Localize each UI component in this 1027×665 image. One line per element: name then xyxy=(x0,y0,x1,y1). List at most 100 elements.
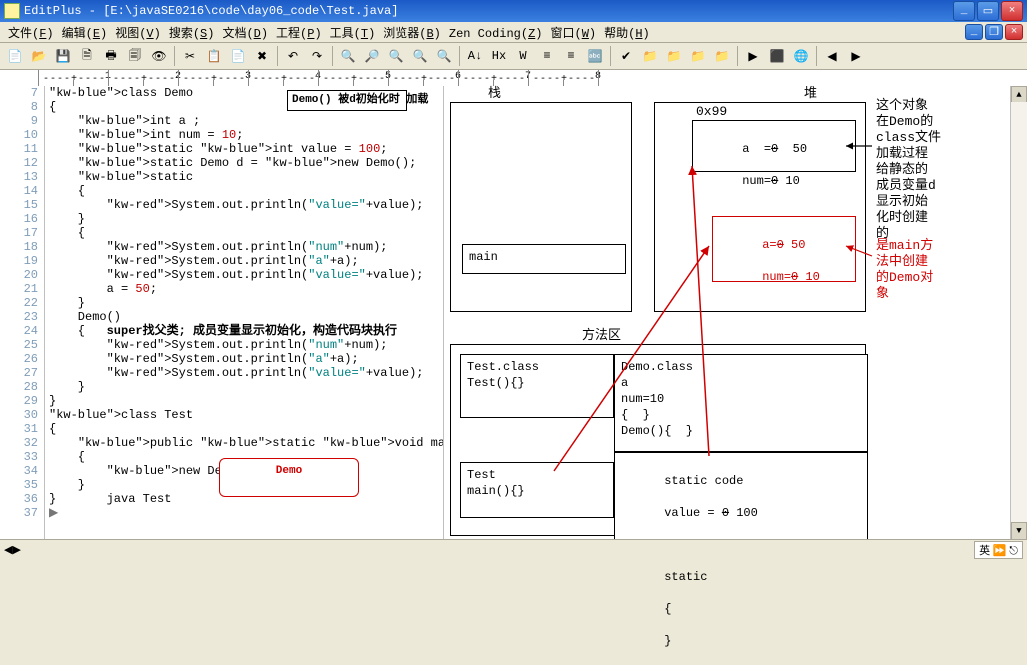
toolbar-button-37[interactable]: 🌐 xyxy=(790,45,812,67)
toolbar-button-32[interactable]: 📁 xyxy=(687,45,709,67)
menu-h[interactable]: 帮助(H) xyxy=(600,26,654,42)
toolbar-button-30[interactable]: 📁 xyxy=(639,45,661,67)
toolbar-button-20[interactable]: 🔍 xyxy=(433,45,455,67)
code-line[interactable]: "kw-red">System.out.println("a"+a); xyxy=(45,352,443,366)
toolbar-button-23[interactable]: Hx xyxy=(488,45,510,67)
toolbar-button-5[interactable]: 🗐 xyxy=(124,45,146,67)
toolbar-button-9[interactable]: 📋 xyxy=(203,45,225,67)
line-number: 15 xyxy=(0,198,38,212)
code-line[interactable]: "kw-blue">static xyxy=(45,170,443,184)
toolbar-button-1[interactable]: 📂 xyxy=(28,45,50,67)
minimize-button[interactable]: _ xyxy=(953,1,975,21)
code-line[interactable]: "kw-blue">static "kw-blue">int value = 1… xyxy=(45,142,443,156)
toolbar-button-19[interactable]: 🔍 xyxy=(409,45,431,67)
line-number: 19 xyxy=(0,254,38,268)
code-line[interactable]: Demo() xyxy=(45,310,443,324)
menu-v[interactable]: 视图(V) xyxy=(111,26,165,42)
toolbar-button-4[interactable]: 🖶 xyxy=(100,45,122,67)
line-number: 11 xyxy=(0,142,38,156)
toolbar-button-25[interactable]: ≡ xyxy=(536,45,558,67)
code-line[interactable]: "kw-red">System.out.println("value="+val… xyxy=(45,268,443,282)
code-line[interactable]: } xyxy=(45,394,443,408)
heap-heading: 堆 xyxy=(804,86,817,102)
toolbar-button-2[interactable]: 💾 xyxy=(52,45,74,67)
toolbar-button-33[interactable]: 📁 xyxy=(711,45,733,67)
toolbar-button-24[interactable]: W xyxy=(512,45,534,67)
vertical-scrollbar[interactable]: ▲ ▼ xyxy=(1010,86,1027,540)
close-button[interactable]: × xyxy=(1001,1,1023,21)
line-number: 37 xyxy=(0,506,38,520)
code-editor[interactable]: Demo() 被d初始化时 加载 Demo "kw-blue">class De… xyxy=(45,86,443,540)
line-number: 29 xyxy=(0,394,38,408)
toolbar-button-27[interactable]: 🔤 xyxy=(584,45,606,67)
code-line[interactable]: "kw-blue">int num = 10; xyxy=(45,128,443,142)
code-line[interactable]: } xyxy=(45,296,443,310)
code-line[interactable]: a = 50; xyxy=(45,282,443,296)
scroll-down-button[interactable]: ▼ xyxy=(1011,522,1027,540)
code-line[interactable]: { xyxy=(45,226,443,240)
toolbar-button-22[interactable]: A↓ xyxy=(464,45,486,67)
line-number: 35 xyxy=(0,478,38,492)
maximize-button[interactable]: ▭ xyxy=(977,1,999,21)
toolbar-button-16[interactable]: 🔍 xyxy=(337,45,359,67)
annotation-demo-init: Demo() 被d初始化时 加载 xyxy=(287,90,407,111)
toolbar-button-31[interactable]: 📁 xyxy=(663,45,685,67)
toolbar-button-13[interactable]: ↶ xyxy=(282,45,304,67)
toolbar-button-3[interactable]: 🗎 xyxy=(76,45,98,67)
code-line[interactable]: "kw-red">System.out.println("a"+a); xyxy=(45,254,443,268)
toolbar: 📄📂💾🗎🖶🗐👁✂📋📄✖↶↷🔍🔎🔍🔍🔍A↓HxW≡≡🔤✔📁📁📁📁▶⬛🌐◀▶ xyxy=(0,43,1027,70)
toolbar-button-40[interactable]: ▶ xyxy=(845,45,867,67)
toolbar-button-29[interactable]: ✔ xyxy=(615,45,637,67)
code-line[interactable]: "kw-red">System.out.println("num"+num); xyxy=(45,338,443,352)
ime-indicator[interactable]: 英 ⏩ ⎋ xyxy=(974,541,1023,559)
toolbar-button-18[interactable]: 🔍 xyxy=(385,45,407,67)
code-line[interactable]: "kw-red">System.out.println("value="+val… xyxy=(45,366,443,380)
line-number: 17 xyxy=(0,226,38,240)
code-line[interactable]: "kw-blue">static Demo d = "kw-blue">new … xyxy=(45,156,443,170)
toolbar-button-26[interactable]: ≡ xyxy=(560,45,582,67)
mdi-close-button[interactable]: × xyxy=(1005,24,1023,40)
toolbar-button-17[interactable]: 🔎 xyxy=(361,45,383,67)
code-line[interactable]: "kw-red">System.out.println("num"+num); xyxy=(45,240,443,254)
code-line[interactable]: { xyxy=(45,184,443,198)
line-number: 30 xyxy=(0,408,38,422)
menu-z[interactable]: Zen Coding(Z) xyxy=(445,26,547,42)
line-number: 16 xyxy=(0,212,38,226)
code-line[interactable]: "kw-blue">int a ; xyxy=(45,114,443,128)
toolbar-button-14[interactable]: ↷ xyxy=(306,45,328,67)
toolbar-button-36[interactable]: ⬛ xyxy=(766,45,788,67)
toolbar-button-11[interactable]: ✖ xyxy=(251,45,273,67)
code-line[interactable]: { xyxy=(45,422,443,436)
code-line[interactable]: } xyxy=(45,212,443,226)
menu-e[interactable]: 编辑(E) xyxy=(58,26,112,42)
menu-d[interactable]: 文档(D) xyxy=(218,26,272,42)
tab-scroll-left[interactable]: ◀ xyxy=(4,543,12,557)
menu-w[interactable]: 窗口(W) xyxy=(547,26,601,42)
mdi-restore-button[interactable]: ❐ xyxy=(985,24,1003,40)
tab-scroll-right[interactable]: ▶ xyxy=(12,543,20,557)
menu-b[interactable]: 浏览器(B) xyxy=(379,26,445,42)
toolbar-button-8[interactable]: ✂ xyxy=(179,45,201,67)
mdi-minimize-button[interactable]: _ xyxy=(965,24,983,40)
line-number: 27 xyxy=(0,366,38,380)
menu-t[interactable]: 工具(T) xyxy=(326,26,380,42)
app-icon xyxy=(4,3,20,19)
eof-marker: ▶ xyxy=(45,506,443,520)
menu-p[interactable]: 工程(P) xyxy=(272,26,326,42)
line-number: 23 xyxy=(0,310,38,324)
code-line[interactable]: "kw-blue">class Test xyxy=(45,408,443,422)
toolbar-button-6[interactable]: 👁 xyxy=(148,45,170,67)
scroll-track[interactable] xyxy=(1011,102,1027,524)
menu-f[interactable]: 文件(F) xyxy=(4,26,58,42)
code-line[interactable]: } xyxy=(45,380,443,394)
toolbar-button-35[interactable]: ▶ xyxy=(742,45,764,67)
code-line[interactable]: { super找父类; 成员变量显示初始化，构造代码块执行 xyxy=(45,324,443,338)
menu-s[interactable]: 搜索(S) xyxy=(165,26,219,42)
method-area-demo-class: Demo.class a num=10 { } Demo(){ } xyxy=(614,354,868,452)
toolbar-button-39[interactable]: ◀ xyxy=(821,45,843,67)
toolbar-button-10[interactable]: 📄 xyxy=(227,45,249,67)
code-line[interactable]: "kw-blue">public "kw-blue">static "kw-bl… xyxy=(45,436,443,450)
line-number: 28 xyxy=(0,380,38,394)
code-line[interactable]: "kw-red">System.out.println("value="+val… xyxy=(45,198,443,212)
toolbar-button-0[interactable]: 📄 xyxy=(4,45,26,67)
